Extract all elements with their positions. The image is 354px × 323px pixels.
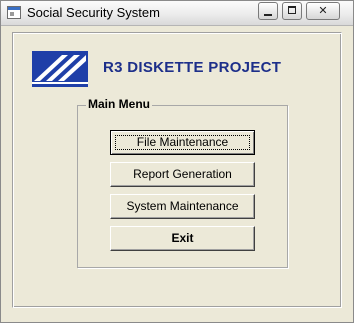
minimize-icon [264,14,272,16]
close-icon: ✕ [318,4,328,17]
exit-label: Exit [171,231,194,245]
project-title: R3 DISKETTE PROJECT [103,59,282,76]
system-maintenance-button[interactable]: System Maintenance [110,194,255,219]
maximize-icon [288,6,296,14]
file-maintenance-button[interactable]: File Maintenance [110,130,255,155]
maximize-button[interactable] [282,2,302,20]
sss-logo-icon [32,51,88,87]
report-generation-label: Report Generation [133,167,232,181]
minimize-button[interactable] [258,2,278,20]
main-window: Social Security System ✕ R3 DISKETTE PRO… [0,0,354,323]
close-button[interactable]: ✕ [306,2,340,20]
report-generation-button[interactable]: Report Generation [110,162,255,187]
system-maintenance-label: System Maintenance [126,199,239,213]
app-window-icon[interactable] [7,6,21,19]
window-title: Social Security System [27,5,160,20]
title-bar[interactable]: Social Security System ✕ [1,1,353,26]
exit-button[interactable]: Exit [110,226,255,251]
file-maintenance-label: File Maintenance [136,135,229,149]
main-menu-label: Main Menu [86,97,152,111]
